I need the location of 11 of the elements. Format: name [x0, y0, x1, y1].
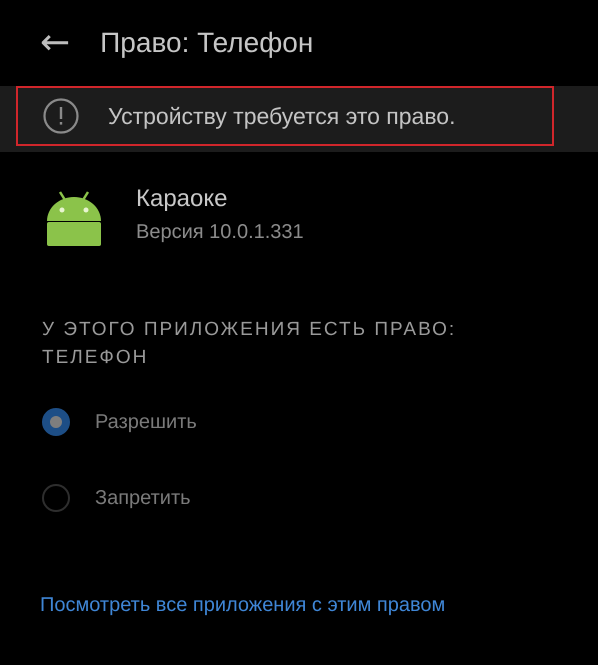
screen-title: Право: Телефон	[100, 27, 314, 59]
back-button[interactable]: ←	[40, 25, 70, 61]
notice-text: Устройству требуется это право.	[108, 102, 456, 130]
option-label: Разрешить	[95, 410, 197, 434]
app-name: Караоке	[136, 184, 228, 212]
section-title: У ЭТОГО ПРИЛОЖЕНИЯ ЕСТЬ ПРАВО: ТЕЛЕФОН	[42, 318, 458, 370]
android-icon	[45, 190, 103, 248]
app-version: Версия 10.0.1.331	[136, 220, 304, 244]
option-label: Запретить	[95, 486, 191, 510]
warning-icon	[42, 97, 80, 135]
view-all-apps-link[interactable]: Посмотреть все приложения с этим правом	[40, 594, 446, 617]
